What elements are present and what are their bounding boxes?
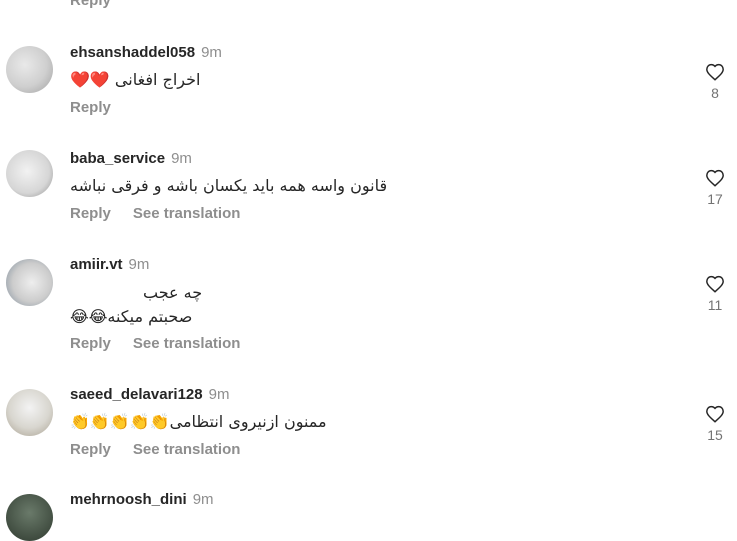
comment-time: 9m: [171, 150, 192, 167]
reply-button[interactable]: Reply: [70, 99, 111, 116]
comment-text: اخراج افغانی ❤️❤️: [70, 70, 201, 89]
comment-actions: Reply See translation: [70, 335, 240, 352]
comment-time: 9m: [192, 491, 214, 508]
like-control: 17: [702, 169, 728, 207]
comment-time: 9m: [208, 386, 230, 403]
comment-header: amiir.vt 9m: [70, 256, 149, 273]
avatar[interactable]: [6, 150, 53, 197]
reply-button[interactable]: Reply: [70, 441, 111, 458]
like-count: 11: [707, 297, 723, 313]
comment-actions: Reply: [70, 99, 111, 116]
avatar[interactable]: [6, 259, 53, 306]
heart-outline-icon[interactable]: [705, 169, 725, 187]
username[interactable]: baba_service: [70, 150, 165, 167]
reply-button[interactable]: Reply: [70, 0, 111, 9]
avatar[interactable]: [6, 46, 53, 93]
comment-text-line-1: چه عجب: [143, 283, 203, 302]
comment-actions: Reply: [70, 0, 111, 9]
avatar[interactable]: [6, 389, 53, 436]
reply-button[interactable]: Reply: [70, 205, 111, 222]
comment-actions: Reply See translation: [70, 441, 240, 458]
comment-text: قانون واسه همه باید یکسان باشه و فرقی نب…: [70, 176, 388, 195]
heart-outline-icon[interactable]: [705, 405, 725, 423]
comment-header: ehsanshaddel058 9m: [70, 44, 222, 61]
avatar[interactable]: [6, 494, 53, 541]
like-control: 15: [702, 405, 728, 443]
see-translation-button[interactable]: See translation: [133, 441, 241, 458]
heart-outline-icon[interactable]: [705, 275, 725, 293]
comment-header: baba_service 9m: [70, 150, 192, 167]
comment-text-line-2: صحبتم میکنه😂😂: [70, 307, 193, 326]
heart-outline-icon[interactable]: [705, 63, 725, 81]
like-control: 11: [702, 275, 728, 313]
like-count: 8: [711, 85, 719, 101]
username[interactable]: amiir.vt: [70, 256, 123, 273]
see-translation-button[interactable]: See translation: [133, 335, 241, 352]
see-translation-button[interactable]: See translation: [133, 205, 241, 222]
reply-button[interactable]: Reply: [70, 335, 111, 352]
username[interactable]: mehrnoosh_dini: [70, 491, 187, 508]
comment-header: mehrnoosh_dini 9m: [70, 491, 214, 508]
username[interactable]: ehsanshaddel058: [70, 44, 195, 61]
like-count: 17: [707, 191, 723, 207]
like-count: 15: [707, 427, 723, 443]
comment-time: 9m: [201, 44, 222, 61]
comment-text: ممنون ازنیروی انتظامی👏👏👏👏👏: [70, 412, 327, 431]
like-control: 8: [702, 63, 728, 101]
comment-actions: Reply See translation: [70, 205, 240, 222]
comment-header: saeed_delavari128 9m: [70, 386, 229, 403]
comment-time: 9m: [128, 256, 150, 273]
username[interactable]: saeed_delavari128: [70, 386, 203, 403]
